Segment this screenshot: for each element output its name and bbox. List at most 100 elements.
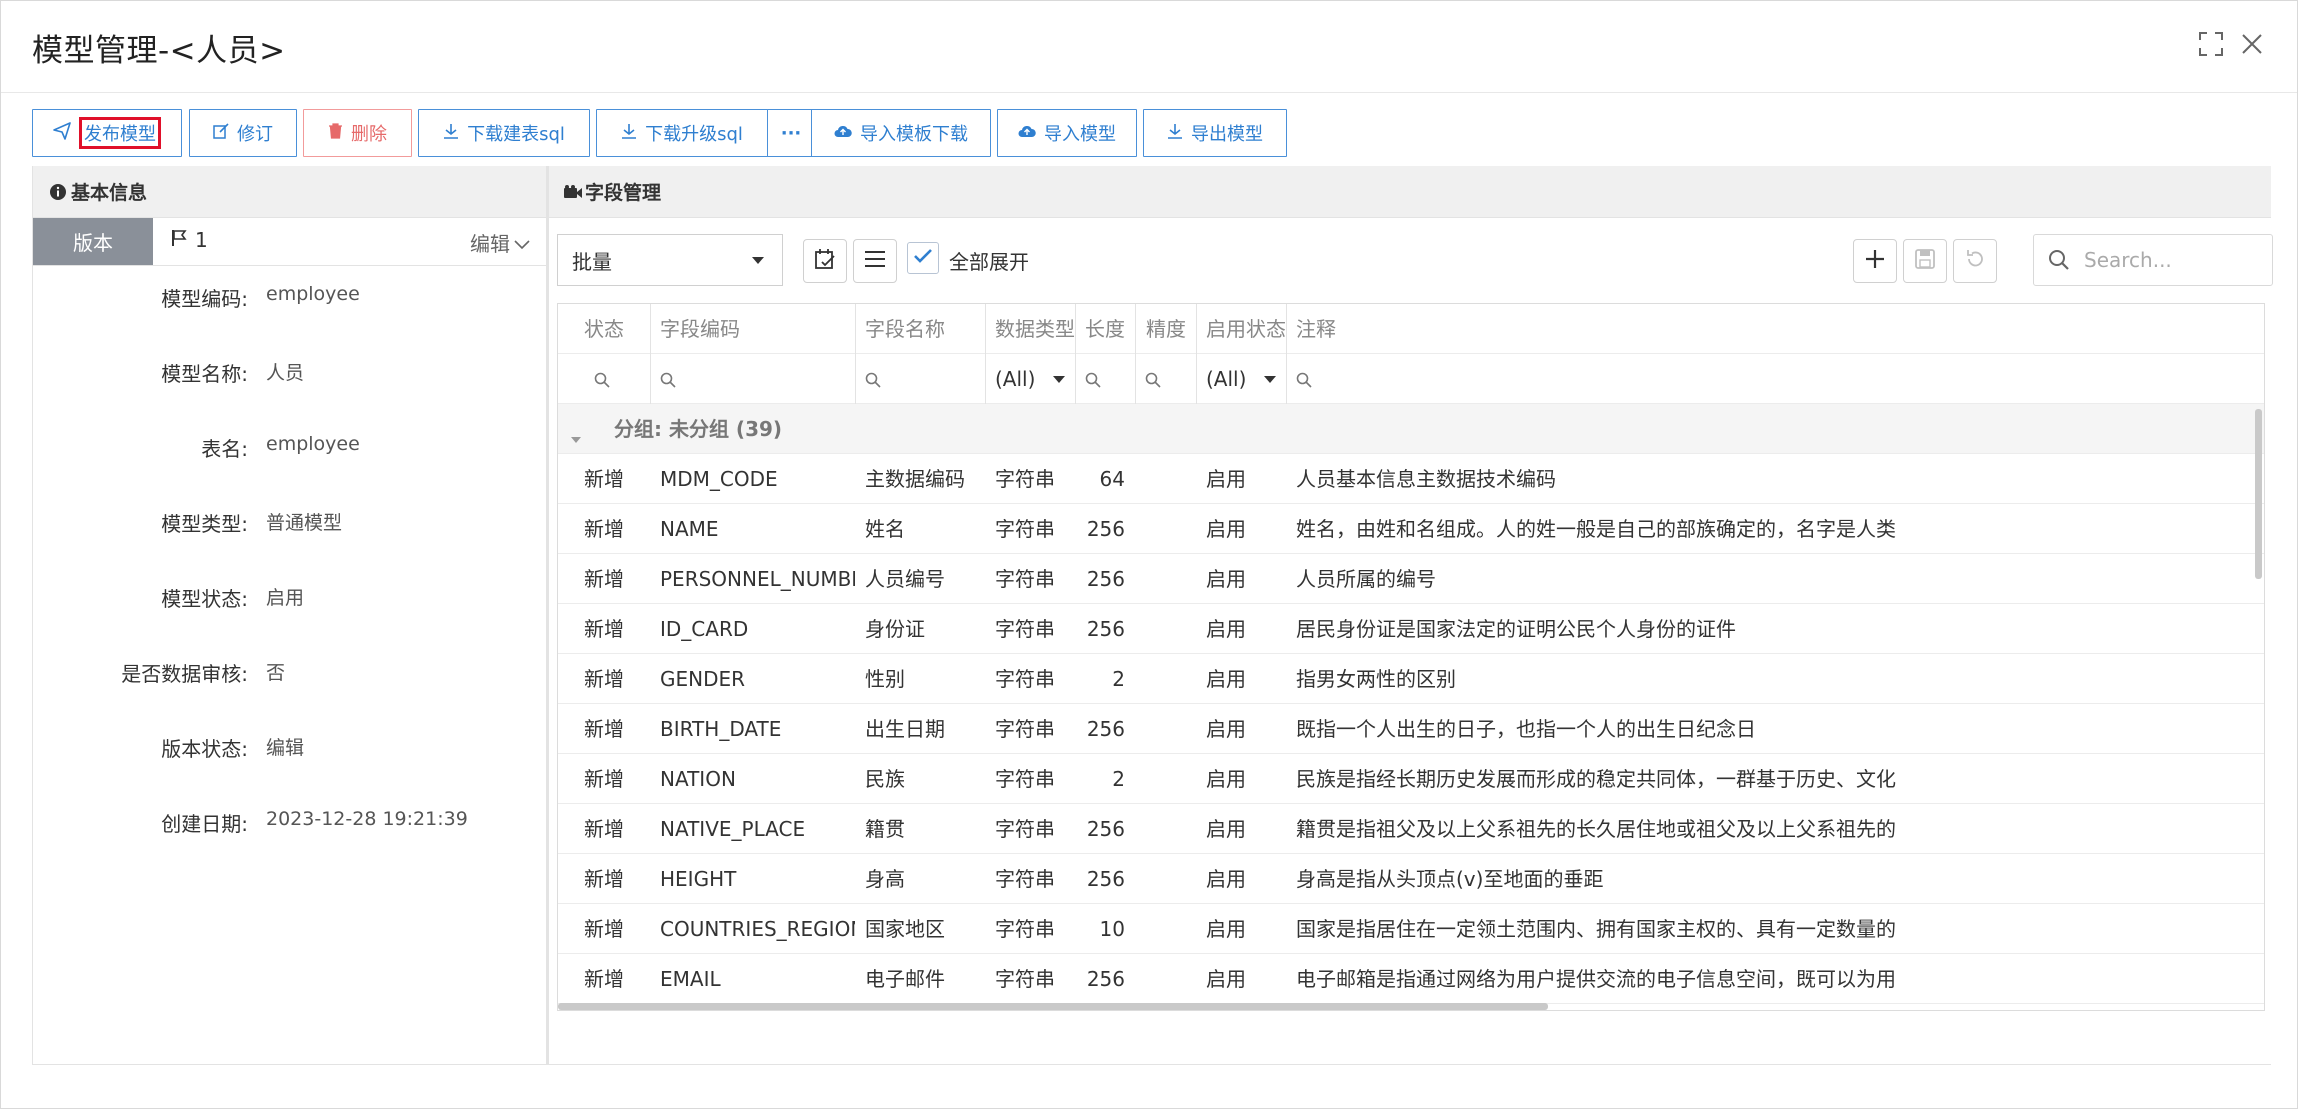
cell-type: 字符串 xyxy=(995,867,1055,891)
cell-type: 字符串 xyxy=(995,467,1055,491)
cell-code: NAME xyxy=(660,517,719,541)
filter-cell-name[interactable] xyxy=(855,354,985,404)
filter-cell-code[interactable] xyxy=(650,354,855,404)
filter-cell-length[interactable] xyxy=(1075,354,1135,404)
column-divider xyxy=(855,304,856,404)
info-label: 是否数据审核: xyxy=(121,662,248,686)
column-header-code[interactable]: 字段编码 xyxy=(650,304,855,354)
cell-precision xyxy=(1135,604,1196,654)
column-header-comment[interactable]: 注释 xyxy=(1286,304,2264,354)
download-upgrade-sql-button[interactable]: 下载升级sql xyxy=(596,109,768,157)
cell-type: 字符串 xyxy=(995,717,1055,741)
filter-cell-enabled[interactable]: (All) xyxy=(1196,354,1286,404)
filter-cell-comment[interactable] xyxy=(1286,354,2264,404)
delete-button[interactable]: 删除 xyxy=(303,109,412,157)
table-row[interactable]: 新增 NAME 姓名 字符串 256 启用 姓名，由姓和名组成。人的姓一般是自己的部族确定的… xyxy=(558,504,2264,554)
cell-comment: 人员基本信息主数据技术编码 xyxy=(1296,467,1556,491)
publish-model-button[interactable]: 发布模型 xyxy=(32,109,182,157)
add-row-button[interactable] xyxy=(1853,239,1897,283)
info-value: employee xyxy=(266,433,360,455)
column-divider xyxy=(1196,304,1197,404)
column-divider xyxy=(1135,304,1136,404)
download-create-sql-button[interactable]: 下载建表sql xyxy=(418,109,590,157)
table-row[interactable]: 新增 NATION 民族 字符串 2 启用 民族是指经长期历史发展而形成的稳定共同体，一群基… xyxy=(558,754,2264,804)
undo-icon xyxy=(1965,249,1985,273)
column-header-precision[interactable]: 精度 xyxy=(1135,304,1196,354)
cell-comment: 姓名，由姓和名组成。人的姓一般是自己的部族确定的，名字是人类 xyxy=(1296,517,1896,541)
download-icon xyxy=(1167,123,1183,143)
filter-cell-precision[interactable] xyxy=(1135,354,1196,404)
menu-button[interactable] xyxy=(853,239,897,283)
vertical-scrollbar[interactable] xyxy=(2255,409,2262,579)
cell-type: 字符串 xyxy=(995,817,1055,841)
save-icon xyxy=(1915,249,1935,273)
cell-type: 字符串 xyxy=(995,917,1055,941)
column-header-status[interactable]: 状态 xyxy=(558,304,650,354)
info-value: 普通模型 xyxy=(266,512,343,534)
cell-status: 新增 xyxy=(584,517,624,541)
maximize-icon[interactable] xyxy=(2194,27,2228,61)
batch-select[interactable]: 批量 xyxy=(557,234,783,286)
revise-button[interactable]: 修订 xyxy=(189,109,297,157)
filter-select-value: (All) xyxy=(995,367,1036,391)
cell-comment: 民族是指经长期历史发展而形成的稳定共同体，一群基于历史、文化 xyxy=(1296,767,1896,791)
column-header-length[interactable]: 长度 xyxy=(1075,304,1135,354)
info-value: 启用 xyxy=(266,587,305,609)
field-management-header: 字段管理 xyxy=(549,166,2271,218)
cell-code: EMAIL xyxy=(660,967,721,991)
import-model-button[interactable]: 导入模型 xyxy=(997,109,1137,157)
table-row[interactable]: 新增 NATIVE_PLACE 籍贯 字符串 256 启用 籍贯是指祖父及以上父系祖先的长久… xyxy=(558,804,2264,854)
grid-filter-row: (All) (All) xyxy=(558,354,2264,404)
search-icon xyxy=(660,356,676,405)
filter-cell-type[interactable]: (All) xyxy=(985,354,1075,404)
version-tab[interactable]: 版本 xyxy=(33,218,153,265)
export-model-button[interactable]: 导出模型 xyxy=(1143,109,1287,157)
cell-precision xyxy=(1135,804,1196,854)
grid-search-input[interactable]: Search... xyxy=(2033,234,2273,286)
cell-type: 字符串 xyxy=(995,667,1055,691)
filter-cell-status[interactable] xyxy=(558,354,650,404)
import-template-download-button[interactable]: 导入模板下载 xyxy=(811,109,991,157)
cell-name: 人员编号 xyxy=(865,567,945,591)
table-row[interactable]: 新增 ID_CARD 身份证 字符串 256 启用 居民身份证是国家法定的证明公民个人身份的… xyxy=(558,604,2264,654)
table-row[interactable]: 新增 COUNTRIES_REGIONS 国家地区 字符串 10 启用 国家是指居住在一定领… xyxy=(558,904,2264,954)
cell-type: 字符串 xyxy=(995,567,1055,591)
dialog-title: 模型管理-<人员> xyxy=(32,33,286,69)
table-row[interactable]: 新增 PERSONNEL_NUMBER 人员编号 字符串 256 启用 人员所属的编号 xyxy=(558,554,2264,604)
search-placeholder: Search... xyxy=(2084,248,2172,272)
search-icon xyxy=(1145,356,1161,405)
table-row[interactable]: 新增 MDM_CODE 主数据编码 字符串 64 启用 人员基本信息主数据技术编码 xyxy=(558,454,2264,504)
column-header-enabled[interactable]: 启用状态 xyxy=(1196,304,1286,354)
download-upgrade-sql-label: 下载升级sql xyxy=(645,124,743,145)
cell-code: MDM_CODE xyxy=(660,467,778,491)
info-value: 2023-12-28 19:21:39 xyxy=(266,808,468,830)
download-icon xyxy=(621,123,637,143)
cloud-upload-icon xyxy=(834,124,852,142)
save-button[interactable] xyxy=(1903,239,1947,283)
cloud-upload-icon xyxy=(1018,124,1036,142)
close-icon[interactable] xyxy=(2235,27,2269,61)
info-row: 模型编码: employee xyxy=(33,283,548,313)
cell-length: 2 xyxy=(1112,767,1125,791)
column-header-type[interactable]: 数据类型 xyxy=(985,304,1075,354)
undo-button[interactable] xyxy=(1953,239,1997,283)
validate-button[interactable] xyxy=(803,239,847,283)
table-row[interactable]: 新增 GENDER 性别 字符串 2 启用 指男女两性的区别 xyxy=(558,654,2264,704)
version-edit-dropdown[interactable]: 编辑 xyxy=(470,228,530,257)
info-value: 人员 xyxy=(266,362,305,384)
column-header-name[interactable]: 字段名称 xyxy=(855,304,985,354)
cell-name: 出生日期 xyxy=(865,717,945,741)
more-options-button[interactable]: ··· xyxy=(767,109,815,157)
cell-precision xyxy=(1135,954,1196,1004)
table-row[interactable]: 新增 HEIGHT 身高 字符串 256 启用 身高是指从头顶点(v)至地面的垂距 xyxy=(558,854,2264,904)
table-row[interactable]: 新增 EMAIL 电子邮件 字符串 256 启用 电子邮箱是指通过网络为用户提供交流的电子信… xyxy=(558,954,2264,1004)
basic-info-title: 基本信息 xyxy=(71,182,148,204)
cell-name: 姓名 xyxy=(865,517,905,541)
search-icon xyxy=(594,356,610,405)
group-row[interactable]: 分组: 未分组 (39) xyxy=(558,404,2264,454)
table-row[interactable]: 新增 BIRTH_DATE 出生日期 字符串 256 启用 既指一个人出生的日子，也指一个人… xyxy=(558,704,2264,754)
grid-toolbar: 批量 全部展开 Search... xyxy=(557,234,2273,286)
horizontal-scrollbar[interactable] xyxy=(558,1003,1548,1010)
caret-down-icon xyxy=(1053,376,1065,383)
expand-all-checkbox[interactable] xyxy=(907,242,939,274)
